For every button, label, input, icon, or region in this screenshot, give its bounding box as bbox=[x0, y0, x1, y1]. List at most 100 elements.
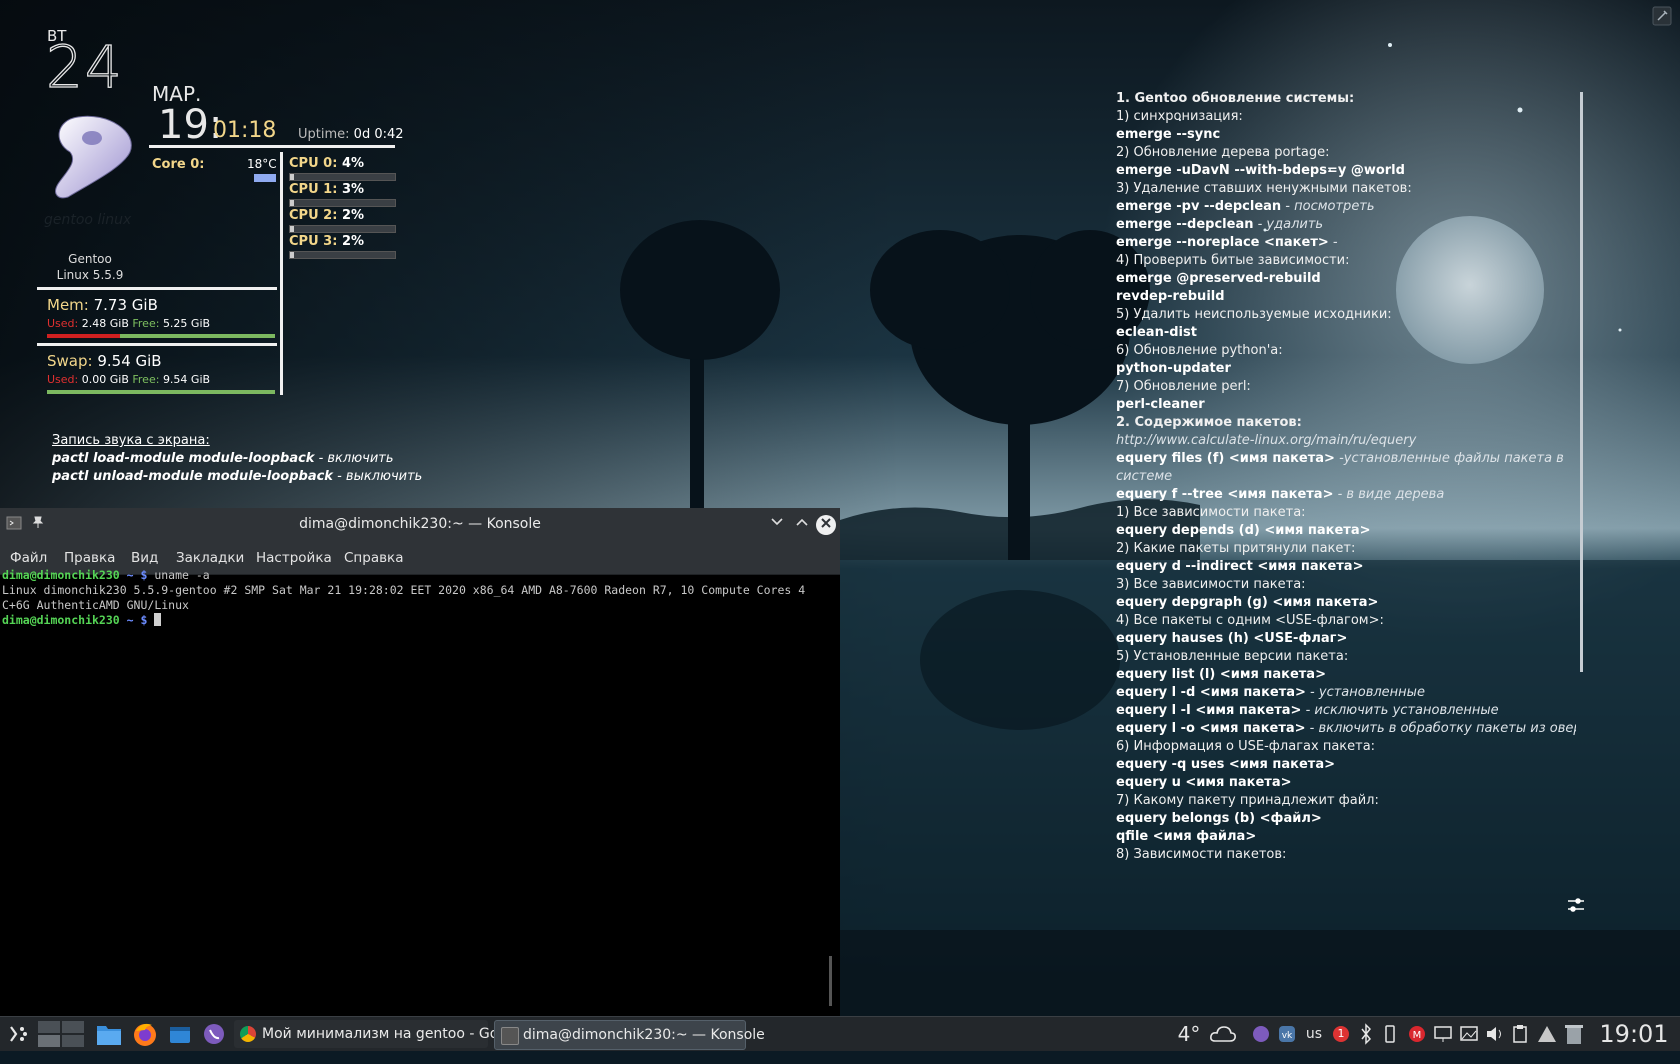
note-line-text: 1. Gentoo обновление системы: bbox=[1116, 91, 1355, 106]
note-line: emerge --noreplace <пакет> - bbox=[1116, 234, 1576, 252]
note-line-text: 7) Обновление perl: bbox=[1116, 379, 1251, 394]
tray-screenshot[interactable] bbox=[1458, 1017, 1480, 1051]
swap-used-value: 0.00 GiB bbox=[81, 373, 129, 386]
menu-help[interactable]: Справка bbox=[344, 550, 403, 566]
menu-bookmarks[interactable]: Закладки bbox=[176, 550, 244, 566]
cpu-1-name: CPU 1: bbox=[289, 182, 338, 197]
uptime-label: Uptime: bbox=[298, 127, 350, 142]
swap-stats: Used: 0.00 GiB Free: 9.54 GiB bbox=[47, 373, 210, 386]
pager[interactable] bbox=[36, 1017, 88, 1051]
virtual-desktops-icon bbox=[38, 1021, 84, 1047]
notification-badge[interactable]: 1 bbox=[1330, 1017, 1352, 1051]
viber-launcher[interactable] bbox=[200, 1017, 228, 1051]
note-line-text: emerge @preserved-rebuild bbox=[1116, 271, 1321, 286]
konsole-window[interactable]: dima@dimonchik230:~ — Konsole Файл Правк… bbox=[0, 508, 840, 1016]
widget-settings-icon[interactable] bbox=[1566, 895, 1586, 920]
note-line: eclean-dist bbox=[1116, 324, 1576, 342]
note-line-text: equery belongs (b) <файл> bbox=[1116, 811, 1322, 826]
note-line: 6) Информация о USE-флагах пакета: bbox=[1116, 738, 1576, 756]
core-temp-bar bbox=[254, 174, 276, 182]
note-line-desc: - удалить bbox=[1253, 217, 1324, 232]
mem-stats: Used: 2.48 GiB Free: 5.25 GiB bbox=[47, 317, 210, 330]
application-launcher[interactable] bbox=[6, 1017, 32, 1051]
terminal-output[interactable]: dima@dimonchik230 ~ $ uname -a Linux dimo… bbox=[2, 568, 832, 628]
command-1: uname -a bbox=[147, 568, 210, 582]
menu-edit[interactable]: Правка bbox=[64, 550, 115, 566]
notification-count: 1 bbox=[1337, 1027, 1345, 1040]
note-line-text: equery l -I <имя пакета> bbox=[1116, 703, 1302, 718]
terminal-scrollbar[interactable] bbox=[829, 956, 832, 1006]
note-line: python-updater bbox=[1116, 360, 1576, 378]
konsole-titlebar[interactable]: dima@dimonchik230:~ — Konsole bbox=[0, 508, 840, 542]
note-line: 2) Какие пакеты притянули пакет: bbox=[1116, 540, 1576, 558]
firefox-launcher[interactable] bbox=[130, 1017, 160, 1051]
tray-volume[interactable] bbox=[1484, 1017, 1506, 1051]
task-chrome[interactable]: Мой минимализм на gentoo - Go... bbox=[234, 1020, 511, 1048]
mem-used-label: Used: bbox=[47, 317, 79, 330]
note-line: emerge -pv --depclean - посмотреть bbox=[1116, 198, 1576, 216]
tray-clipboard[interactable] bbox=[1510, 1017, 1530, 1051]
maximize-button[interactable] bbox=[792, 515, 812, 535]
keyboard-layout[interactable]: us bbox=[1300, 1017, 1328, 1051]
note-line-desc: - в виде дерева bbox=[1333, 487, 1445, 502]
system-clock[interactable]: 19:01 bbox=[1594, 1017, 1674, 1051]
konsole-icon bbox=[501, 1027, 519, 1045]
note-line-desc: -установленные файлы пакета в bbox=[1334, 451, 1564, 466]
swap-free-bar bbox=[47, 390, 275, 394]
menu-file[interactable]: Файл bbox=[10, 550, 47, 566]
cpu-3-name: CPU 3: bbox=[289, 234, 338, 249]
disable-desc: - выключить bbox=[332, 469, 423, 484]
note-line: 7) Обновление perl: bbox=[1116, 378, 1576, 396]
note-line-text: 7) Какому пакету принадлежит файл: bbox=[1116, 793, 1379, 808]
note-line: системе bbox=[1116, 468, 1576, 486]
weather-widget[interactable] bbox=[1208, 1017, 1238, 1051]
minimize-button[interactable] bbox=[767, 515, 787, 535]
tray-trash[interactable] bbox=[1562, 1017, 1586, 1051]
tray-viber[interactable] bbox=[1250, 1017, 1272, 1051]
tray-bluetooth[interactable] bbox=[1356, 1017, 1376, 1051]
tray-vk[interactable]: vk bbox=[1276, 1017, 1298, 1051]
conky-day-number: 24 bbox=[45, 33, 124, 101]
desktop-toolbox-icon[interactable] bbox=[1652, 6, 1672, 26]
notes-scrollbar[interactable] bbox=[1580, 92, 1583, 672]
note-line: revdep-rebuild bbox=[1116, 288, 1576, 306]
folder-launcher[interactable] bbox=[94, 1017, 124, 1051]
tray-updates[interactable] bbox=[1536, 1017, 1558, 1051]
task-konsole[interactable]: dima@dimonchik230:~ — Konsole bbox=[494, 1020, 765, 1050]
note-line-desc: - посмотреть bbox=[1281, 199, 1375, 214]
note-line: emerge @preserved-rebuild bbox=[1116, 270, 1576, 288]
tray-mega[interactable]: M bbox=[1406, 1017, 1428, 1051]
conky-time-divider bbox=[149, 145, 395, 148]
note-line: equery f --tree <имя пакета> - в виде де… bbox=[1116, 486, 1576, 504]
firefox-icon bbox=[134, 1023, 156, 1046]
note-line-text: 1) синхронизация: bbox=[1116, 109, 1243, 124]
mem-used-bar bbox=[47, 334, 120, 338]
conky-mem-divider bbox=[37, 287, 277, 290]
trash-icon bbox=[1565, 1025, 1583, 1044]
file-manager-launcher[interactable] bbox=[166, 1017, 194, 1051]
note-line-text: perl-cleaner bbox=[1116, 397, 1205, 412]
note-line-text: 8) Зависимости пакетов: bbox=[1116, 847, 1287, 862]
mem-label: Mem: bbox=[47, 296, 89, 314]
note-line: equery -q uses <имя пакета> bbox=[1116, 756, 1576, 774]
mem-free-bar bbox=[120, 334, 275, 338]
display-icon bbox=[1434, 1026, 1452, 1042]
tray-display[interactable] bbox=[1432, 1017, 1454, 1051]
note-line-text: equery u <имя пакета> bbox=[1116, 775, 1292, 790]
cpu-2-name: CPU 2: bbox=[289, 208, 338, 223]
menu-settings[interactable]: Настройка bbox=[256, 550, 332, 566]
note-line-text: 2) Какие пакеты притянули пакет: bbox=[1116, 541, 1356, 556]
note-line: 1) Все зависимости пакета: bbox=[1116, 504, 1576, 522]
menu-view[interactable]: Вид bbox=[131, 550, 158, 566]
close-button[interactable] bbox=[816, 515, 836, 535]
note-line: equery l -I <имя пакета> - исключить уст… bbox=[1116, 702, 1576, 720]
tray-usb[interactable] bbox=[1380, 1017, 1400, 1051]
mem-used-value: 2.48 GiB bbox=[81, 317, 129, 330]
notes-widget[interactable]: 1. Gentoo обновление системы: 1) синхрони… bbox=[1116, 90, 1576, 874]
note-line: equery u <имя пакета> bbox=[1116, 774, 1576, 792]
clipboard-icon bbox=[1513, 1025, 1527, 1043]
enable-desc: - включить bbox=[314, 451, 394, 466]
cpu-1-bar-fill bbox=[290, 200, 294, 206]
vk-icon: vk bbox=[1279, 1026, 1295, 1042]
weather-temp[interactable]: 4° bbox=[1172, 1017, 1206, 1051]
